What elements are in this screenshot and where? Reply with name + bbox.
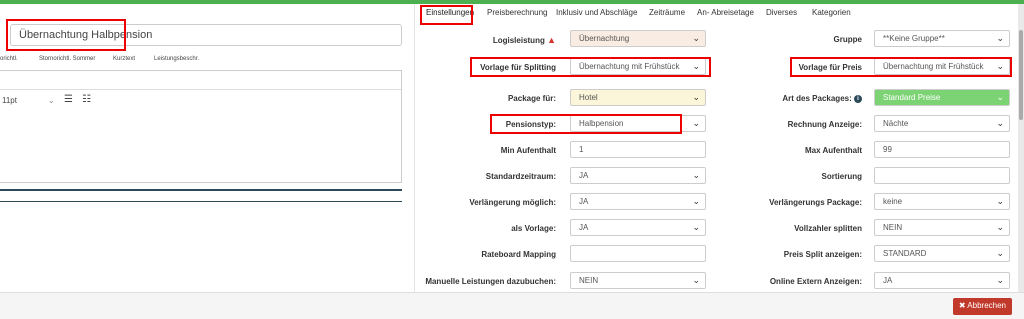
info-icon[interactable]: i (854, 94, 862, 103)
label-art-packages: Art des Packages: i (770, 94, 862, 103)
chevron-down-icon: ⌄ (996, 196, 1004, 206)
tab-inklusiv[interactable]: Inklusiv und Abschläge (556, 8, 637, 17)
label-preis-split-anzeigen: Preis Split anzeigen: (783, 250, 862, 259)
logisleistung-select[interactable]: Übernachtung ⌄ (570, 30, 706, 47)
highlight-box-pension (490, 114, 682, 134)
tab-diverses[interactable]: Diverses (766, 8, 797, 17)
art-packages-select[interactable]: Standard Preise ⌄ (874, 89, 1010, 106)
label-verlaengerung-moeglich: Verlängerung möglich: (469, 198, 556, 207)
label-als-vorlage: als Vorlage: (511, 224, 556, 233)
divider-line (0, 201, 402, 202)
chevron-down-icon: ⌄ (692, 196, 700, 206)
preis-split-anzeigen-select[interactable]: STANDARD ⌄ (874, 245, 1010, 262)
standardzeitraum-select[interactable]: JA ⌄ (570, 167, 706, 184)
chevron-down-icon: ⌄ (996, 248, 1004, 258)
rich-text-editor[interactable] (0, 70, 402, 183)
warning-icon: ▲ (547, 35, 556, 45)
chevron-down-icon[interactable]: ⌄ (48, 96, 55, 105)
scrollbar-thumb[interactable] (1019, 30, 1023, 120)
editor-toolbar-top (0, 71, 401, 90)
cancel-button[interactable]: ✖ Abbrechen (952, 298, 1012, 315)
modal-footer (0, 292, 1024, 319)
tab-zeitraeume[interactable]: Zeiträume (649, 8, 685, 17)
label-gruppe: Gruppe (833, 35, 862, 44)
online-extern-select[interactable]: JA ⌄ (874, 272, 1010, 289)
label-vollzahler-splitten: Vollzahler splitten (794, 224, 862, 233)
highlight-box-tab (420, 5, 473, 25)
label-package-fuer: Package für: (507, 94, 556, 103)
vollzahler-splitten-select[interactable]: NEIN ⌄ (874, 219, 1010, 236)
label-manuelle-leistungen: Manuelle Leistungen dazubuchen: (425, 277, 556, 286)
subtab-storno-sommer[interactable]: Stornorichtl. Sommer (39, 56, 95, 62)
chevron-down-icon: ⌄ (996, 33, 1004, 43)
chevron-down-icon: ⌄ (692, 92, 700, 102)
min-aufenthalt-input[interactable]: 1 (570, 141, 706, 158)
label-min-aufenthalt: Min Aufenthalt (500, 146, 556, 155)
chevron-down-icon: ⌄ (692, 33, 700, 43)
rateboard-mapping-input[interactable] (570, 245, 706, 262)
highlight-box-preis (790, 57, 1012, 77)
bullet-list-icon[interactable]: ☰ (64, 94, 73, 105)
font-size-select[interactable]: 11pt (2, 96, 17, 105)
chevron-down-icon: ⌄ (996, 275, 1004, 285)
numbered-list-icon[interactable]: ☷ (82, 94, 91, 105)
label-max-aufenthalt: Max Aufenthalt (804, 146, 862, 155)
label-rechnung-anzeige: Rechnung Anzeige: (787, 120, 862, 129)
tab-preisberechnung[interactable]: Preisberechnung (487, 8, 547, 17)
chevron-down-icon: ⌄ (692, 118, 700, 128)
chevron-down-icon: ⌄ (996, 222, 1004, 232)
sortierung-input[interactable] (874, 167, 1010, 184)
highlight-box-splitting (470, 57, 711, 77)
tab-bar: Einstellungen Preisberechnung Inklusiv u… (0, 4, 851, 24)
label-logisleistung: Logisleistung ▲ (492, 35, 556, 45)
chevron-down-icon: ⌄ (996, 92, 1004, 102)
manuelle-leistungen-select[interactable]: NEIN ⌄ (570, 272, 706, 289)
als-vorlage-select[interactable]: JA ⌄ (570, 219, 706, 236)
package-fuer-select[interactable]: Hotel ⌄ (570, 89, 706, 106)
tab-kategorien[interactable]: Kategorien (812, 8, 851, 17)
verlaengerungs-package-select[interactable]: keine ⌄ (874, 193, 1010, 210)
verlaengerung-moeglich-select[interactable]: JA ⌄ (570, 193, 706, 210)
rechnung-anzeige-select[interactable]: Nächte ⌄ (874, 115, 1010, 132)
gruppe-select[interactable]: **Keine Gruppe** ⌄ (874, 30, 1010, 47)
subtab-storno[interactable]: orichtl. (0, 56, 18, 62)
subtab-leistungsbeschr[interactable]: Leistungsbeschr. (154, 56, 199, 62)
label-sortierung: Sortierung (821, 172, 862, 181)
label-rateboard-mapping: Rateboard Mapping (481, 250, 556, 259)
label-online-extern: Online Extern Anzeigen: (769, 277, 862, 286)
chevron-down-icon: ⌄ (996, 118, 1004, 128)
chevron-down-icon: ⌄ (692, 275, 700, 285)
chevron-down-icon: ⌄ (692, 222, 700, 232)
label-verlaengerungs-package: Verlängerungs Package: (769, 198, 862, 207)
subtab-kurztext[interactable]: Kurztext (113, 56, 135, 62)
tab-an-abreisetage[interactable]: An- Abreisetage (697, 8, 754, 17)
label-standardzeitraum: Standardzeitraum: (485, 172, 556, 181)
chevron-down-icon: ⌄ (692, 170, 700, 180)
max-aufenthalt-input[interactable]: 99 (874, 141, 1010, 158)
divider-line (0, 189, 402, 191)
